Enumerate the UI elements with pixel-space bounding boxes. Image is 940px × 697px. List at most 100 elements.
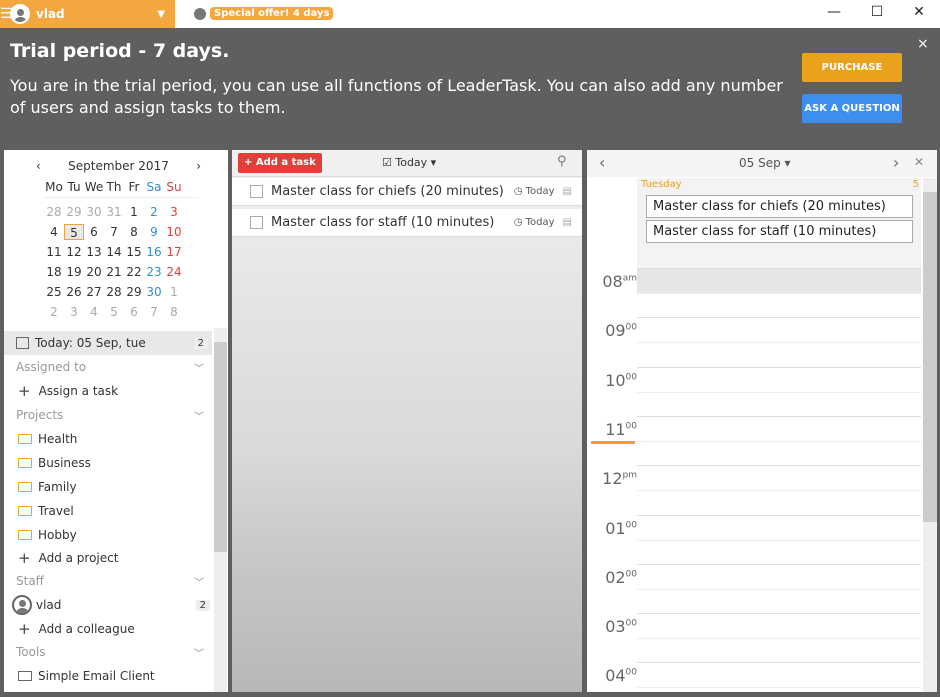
- calendar-day[interactable]: 13: [84, 244, 104, 260]
- calendar-day[interactable]: 24: [164, 264, 184, 280]
- section-staff[interactable]: Staff ﹀: [4, 569, 214, 593]
- calendar-day[interactable]: 1: [124, 204, 144, 220]
- maximize-button[interactable]: ☐: [867, 4, 887, 20]
- calendar-day[interactable]: 6: [124, 304, 144, 320]
- section-projects[interactable]: Projects ﹀: [4, 403, 214, 427]
- close-button[interactable]: ✕: [909, 4, 929, 20]
- task-checkbox[interactable]: [250, 216, 263, 229]
- purchase-button[interactable]: PURCHASE: [802, 53, 902, 82]
- calendar-day[interactable]: 4: [84, 304, 104, 320]
- half-hour-line: [637, 440, 921, 442]
- chevron-down-icon[interactable]: ▼: [157, 9, 165, 20]
- calendar-day[interactable]: 5: [64, 224, 84, 240]
- search-icon[interactable]: ⚲: [557, 154, 567, 169]
- banner-close-icon[interactable]: ×: [917, 36, 929, 52]
- calendar-day[interactable]: 19: [64, 264, 84, 280]
- task-row[interactable]: Master class for staff (10 minutes) ◷ Toda…: [232, 209, 582, 237]
- project-item[interactable]: Business: [4, 451, 214, 475]
- calendar-day[interactable]: 21: [104, 264, 124, 280]
- calendar-day[interactable]: 22: [124, 264, 144, 280]
- due-tag[interactable]: ◷ Today ▤: [514, 217, 572, 228]
- calendar-day[interactable]: 23: [144, 264, 164, 280]
- hour-label: 12pm: [587, 469, 637, 488]
- calendar-day[interactable]: 11: [44, 244, 64, 260]
- email-client-item[interactable]: Simple Email Client: [4, 664, 214, 688]
- sidebar-scrollbar[interactable]: [214, 328, 227, 692]
- calendar-day[interactable]: 20: [84, 264, 104, 280]
- hour-suffix: 00: [625, 618, 637, 629]
- special-offer[interactable]: Special offer! 4 days: [194, 7, 334, 20]
- add-colleague-item[interactable]: + Add a colleague: [4, 617, 214, 641]
- calendar-day[interactable]: 3: [64, 304, 84, 320]
- all-day-event[interactable]: Master class for chiefs (20 minutes): [646, 195, 913, 218]
- next-day-icon[interactable]: ›: [893, 153, 899, 172]
- task-row[interactable]: Master class for chiefs (20 minutes) ◷ Tod…: [232, 178, 582, 206]
- calendar-day[interactable]: 3: [164, 204, 184, 220]
- calendar-day[interactable]: 31: [104, 204, 124, 220]
- plus-icon: +: [18, 549, 31, 567]
- calendar-day[interactable]: 7: [144, 304, 164, 320]
- calendar-day[interactable]: 6: [84, 224, 104, 240]
- calendar-day[interactable]: 14: [104, 244, 124, 260]
- assign-task-item[interactable]: + Assign a task: [4, 379, 214, 403]
- minimize-button[interactable]: —: [824, 4, 844, 20]
- calendar-day[interactable]: 10: [164, 224, 184, 240]
- calendar-day[interactable]: 4: [44, 224, 64, 240]
- calendar-day[interactable]: 18: [44, 264, 64, 280]
- calendar-day[interactable]: 17: [164, 244, 184, 260]
- chevron-down-icon[interactable]: ﹀: [194, 360, 204, 375]
- calendar-day[interactable]: 29: [124, 284, 144, 300]
- hour-line: [637, 415, 921, 417]
- close-day-icon[interactable]: ✕: [914, 155, 924, 169]
- calendar-day[interactable]: 8: [164, 304, 184, 320]
- calendar-day[interactable]: 7: [104, 224, 124, 240]
- calendar-day[interactable]: 29: [64, 204, 84, 220]
- calendar-day[interactable]: 26: [64, 284, 84, 300]
- user-menu[interactable]: ☰ vlad ▼: [0, 0, 175, 28]
- clock-icon: ◷: [513, 186, 523, 197]
- offer-badge[interactable]: Special offer! 4 days: [210, 7, 334, 20]
- section-tools[interactable]: Tools ﹀: [4, 640, 214, 664]
- chevron-down-icon[interactable]: ﹀: [194, 408, 204, 423]
- project-item[interactable]: Travel: [4, 499, 214, 523]
- staff-item-vlad[interactable]: vlad 2: [4, 593, 214, 617]
- add-project-item[interactable]: + Add a project: [4, 546, 214, 570]
- section-assigned[interactable]: Assigned to ﹀: [4, 355, 214, 379]
- calendar-day[interactable]: 5: [104, 304, 124, 320]
- prev-day-icon[interactable]: ‹: [599, 153, 605, 172]
- calendar-day[interactable]: 8: [124, 224, 144, 240]
- hour: 11: [605, 419, 626, 439]
- project-item[interactable]: Family: [4, 475, 214, 499]
- project-item[interactable]: Hobby: [4, 523, 214, 547]
- calendar-day[interactable]: 15: [124, 244, 144, 260]
- chevron-down-icon[interactable]: ﹀: [194, 645, 204, 660]
- calendar-day[interactable]: 30: [84, 204, 104, 220]
- add-task-button[interactable]: + Add a task: [238, 153, 322, 173]
- menu-icon[interactable]: ☰: [0, 6, 13, 22]
- chevron-down-icon[interactable]: ﹀: [194, 574, 204, 589]
- calendar-day[interactable]: 16: [144, 244, 164, 260]
- all-day-event[interactable]: Master class for staff (10 minutes): [646, 220, 913, 243]
- project-item[interactable]: Health: [4, 427, 214, 451]
- date-dropdown[interactable]: 05 Sep ▾: [739, 156, 791, 170]
- item-label: Simple Email Client: [38, 669, 155, 683]
- sidebar-item-today[interactable]: Today: 05 Sep, tue 2: [4, 331, 212, 355]
- next-month-icon[interactable]: ›: [196, 159, 201, 173]
- calendar-day[interactable]: 28: [44, 204, 64, 220]
- filter-dropdown[interactable]: ☑ Today ▾: [382, 156, 436, 169]
- calendar-day[interactable]: 25: [44, 284, 64, 300]
- calendar-day[interactable]: 30: [144, 284, 164, 300]
- day-scrollbar[interactable]: [923, 178, 937, 692]
- task-checkbox[interactable]: [250, 185, 263, 198]
- calendar-day[interactable]: 28: [104, 284, 124, 300]
- due-tag[interactable]: ◷ Today ▤: [514, 186, 572, 197]
- ask-question-button[interactable]: ASK A QUESTION: [802, 94, 902, 123]
- calendar-day[interactable]: 2: [144, 204, 164, 220]
- prev-month-icon[interactable]: ‹: [36, 159, 41, 173]
- calendar-day[interactable]: 2: [44, 304, 64, 320]
- calendar-day[interactable]: 12: [64, 244, 84, 260]
- calendar-day[interactable]: 27: [84, 284, 104, 300]
- calendar-day[interactable]: 9: [144, 224, 164, 240]
- hour-suffix: 00: [625, 322, 637, 333]
- calendar-day[interactable]: 1: [164, 284, 184, 300]
